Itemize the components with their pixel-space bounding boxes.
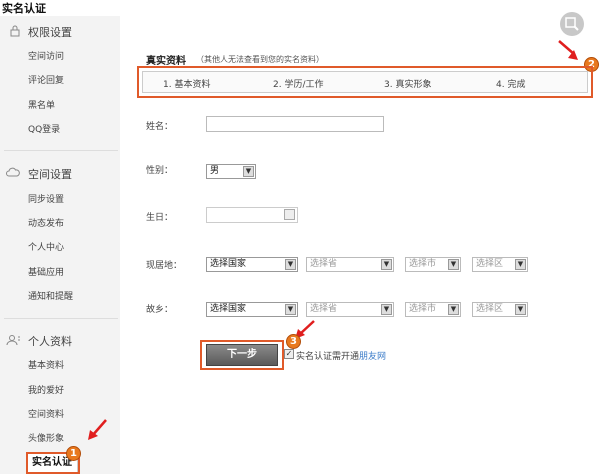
residence-city-select[interactable]: 选择市 ▼: [405, 257, 461, 272]
sidebar-item-sync[interactable]: 同步设置: [28, 192, 64, 205]
agree-link[interactable]: 朋友网: [359, 352, 386, 362]
select-value: 选择市: [409, 304, 437, 314]
residence-province-select[interactable]: 选择省 ▼: [306, 257, 394, 272]
hometown-label: 故乡：: [146, 305, 174, 315]
step-1: 1. 基本资料: [163, 80, 211, 90]
search-icon[interactable]: [560, 12, 584, 36]
cloud-icon: [6, 167, 20, 179]
hometown-country-select[interactable]: 选择国家 ▼: [206, 302, 298, 317]
divider: [4, 318, 118, 319]
agree-label: 实名认证需开通: [296, 352, 360, 362]
sidebar-item-space-info[interactable]: 空间资料: [28, 407, 64, 420]
select-value: 选择省: [310, 259, 338, 269]
chevron-down-icon: ▼: [515, 259, 526, 270]
sidebar-item-avatar[interactable]: 头像形象: [28, 431, 64, 444]
select-value: 选择区: [476, 304, 504, 314]
section-heading: 真实资料: [146, 56, 186, 67]
next-button[interactable]: 下一步: [206, 344, 278, 366]
hometown-district-select[interactable]: 选择区 ▼: [472, 302, 528, 317]
divider: [4, 150, 118, 151]
residence-label: 现居地：: [146, 261, 183, 271]
sidebar-item-blacklist[interactable]: 黑名单: [28, 98, 55, 111]
hometown-city-select[interactable]: 选择市 ▼: [405, 302, 461, 317]
select-value: 选择国家: [210, 259, 247, 269]
badge-1: 1: [66, 446, 81, 461]
sidebar-section-title: 权限设置: [28, 26, 72, 39]
chevron-down-icon: ▼: [285, 259, 296, 270]
select-value: 选择市: [409, 259, 437, 269]
chevron-down-icon: ▼: [515, 304, 526, 315]
chevron-down-icon: ▼: [381, 304, 392, 315]
hometown-province-select[interactable]: 选择省 ▼: [306, 302, 394, 317]
chevron-down-icon: ▼: [243, 166, 254, 177]
select-value: 选择区: [476, 259, 504, 269]
gender-value: 男: [210, 166, 220, 176]
sidebar-item-feed[interactable]: 动态发布: [28, 216, 64, 229]
name-input[interactable]: [206, 116, 384, 132]
lock-icon: [8, 25, 22, 37]
gender-label: 性别：: [146, 166, 174, 176]
sidebar-item-basic-info[interactable]: 基本资料: [28, 358, 64, 371]
chevron-down-icon: ▼: [448, 259, 459, 270]
arrow-icon: [88, 419, 107, 440]
person-icon: [6, 334, 20, 346]
residence-country-select[interactable]: 选择国家 ▼: [206, 257, 298, 272]
arrow-icon: [558, 40, 578, 60]
name-label: 姓名：: [146, 122, 174, 132]
agree-text: 实名认证需开通朋友网: [296, 349, 386, 362]
agree-checkbox[interactable]: ✓: [284, 349, 294, 359]
progress-steps: 1. 基本资料 2. 学历/工作 3. 真实形象 4. 完成: [137, 66, 593, 98]
section-subheading: （其他人无法查看到您的实名资料）: [196, 55, 324, 64]
badge-3: 3: [286, 334, 301, 349]
step-4: 4. 完成: [496, 80, 526, 90]
sidebar-item-basic-apps[interactable]: 基础应用: [28, 265, 64, 278]
birthday-label: 生日：: [146, 213, 174, 223]
page-title: 实名认证: [2, 2, 46, 15]
residence-district-select[interactable]: 选择区 ▼: [472, 257, 528, 272]
sidebar-item-comment-reply[interactable]: 评论回复: [28, 73, 64, 86]
sidebar-item-qq-login[interactable]: QQ登录: [28, 122, 60, 135]
chevron-down-icon: ▼: [285, 304, 296, 315]
calendar-icon[interactable]: [284, 209, 295, 220]
step-2: 2. 学历/工作: [273, 80, 324, 90]
sidebar-item-space-access[interactable]: 空间访问: [28, 49, 64, 62]
chevron-down-icon: ▼: [448, 304, 459, 315]
sidebar-item-personal-center[interactable]: 个人中心: [28, 240, 64, 253]
step-3: 3. 真实形象: [384, 80, 432, 90]
select-value: 选择省: [310, 304, 338, 314]
sidebar-section-title: 个人资料: [28, 335, 72, 348]
select-value: 选择国家: [210, 304, 247, 314]
chevron-down-icon: ▼: [381, 259, 392, 270]
sidebar-item-hobbies[interactable]: 我的爱好: [28, 383, 64, 396]
sidebar-item-notifications[interactable]: 通知和提醒: [28, 289, 73, 302]
sidebar-section-title: 空间设置: [28, 168, 72, 181]
gender-select[interactable]: 男 ▼: [206, 164, 256, 179]
